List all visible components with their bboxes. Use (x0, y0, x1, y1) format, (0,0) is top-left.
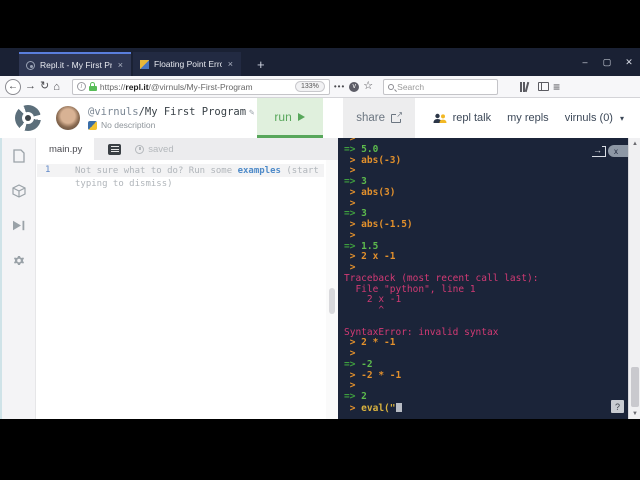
people-icon (433, 113, 447, 123)
zoom-level-badge[interactable]: 133% (294, 81, 325, 92)
browser-navbar: ← → ↻ ⌂ i https://repl.it/@virnuls/My-Fi… (0, 76, 640, 98)
console-line: > (344, 229, 356, 241)
tab-close-icon[interactable]: × (227, 59, 234, 69)
page-title: @virnuls/My First Program ✎ (88, 106, 255, 118)
close-button[interactable]: ✕ (618, 48, 640, 76)
padlock-icon (88, 82, 97, 91)
chevron-down-icon: ▾ (619, 113, 624, 123)
sidebar-toggle-icon[interactable] (538, 82, 550, 91)
replit-logo[interactable] (0, 98, 56, 138)
reload-button[interactable]: ↻ (40, 81, 49, 92)
scroll-down-arrow[interactable]: ▼ (629, 408, 640, 419)
console-pane[interactable]: > => 5.0 > abs(-3) > => 3 > abs(3) > => 3 >… (338, 138, 628, 419)
window-controls: – ▢ ✕ (574, 48, 640, 76)
browser-tab-floating-point[interactable]: Floating Point Error | Mathema × (133, 52, 241, 76)
bookmark-star-icon[interactable]: ☆ (363, 81, 373, 92)
share-icon (390, 109, 403, 123)
python-icon (88, 120, 97, 130)
console-line: 2 x -1 (344, 294, 402, 306)
save-status: saved (135, 144, 174, 155)
menu-hamburger-icon[interactable]: ≡ (553, 81, 560, 93)
search-icon (388, 83, 395, 90)
console-line: > abs(3) (344, 186, 396, 198)
console-output: > => 5.0 > abs(-3) > => 3 > abs(3) > => 3 >… (338, 138, 628, 415)
new-tab-button[interactable]: + (251, 52, 271, 76)
pocket-icon[interactable]: v (349, 81, 360, 92)
scroll-up-arrow[interactable]: ▲ (629, 138, 640, 149)
avatar[interactable] (56, 106, 80, 130)
replit-favicon (26, 60, 35, 70)
console-line: > (344, 348, 356, 359)
line-number: 1 (45, 165, 51, 175)
page-actions-icon[interactable]: ••• (334, 82, 345, 91)
my-repls-link[interactable]: my repls (507, 98, 549, 138)
share-button[interactable]: share (342, 98, 415, 138)
forward-button[interactable]: → (25, 81, 36, 92)
editor-placeholder: Not sure what to do? Run some examples (… (75, 166, 319, 189)
console-line: > -2 * -1 (344, 369, 402, 381)
console-line: > abs(-3) (344, 154, 402, 166)
console-line: > (344, 380, 356, 392)
console-scrollbar[interactable]: ▲ ▼ (628, 138, 640, 419)
repl-title-block: @virnuls/My First Program ✎ No descriptio… (88, 106, 254, 130)
tab-close-icon[interactable]: × (117, 60, 124, 70)
run-button[interactable]: run (256, 98, 323, 138)
editor-scrollbar[interactable] (326, 160, 338, 419)
console-line: > (344, 138, 356, 144)
console-cursor (395, 402, 402, 412)
account-menu[interactable]: virnuls (0) ▾ (565, 98, 624, 138)
packages-icon[interactable] (11, 183, 26, 198)
maximize-button[interactable]: ▢ (596, 48, 618, 76)
files-icon[interactable] (11, 148, 26, 163)
back-button[interactable]: ← (5, 78, 21, 95)
search-input[interactable]: Search (383, 78, 499, 95)
console-line: => 2 (344, 391, 367, 402)
console-line: > (344, 197, 356, 209)
console-close-button[interactable]: x (608, 145, 628, 157)
history-clock-icon (135, 144, 145, 154)
console-line: ^ (344, 305, 385, 316)
examples-link[interactable]: examples (238, 166, 281, 176)
editor-scrollbar-thumb[interactable] (329, 288, 335, 314)
browser-tab-replit[interactable]: Repl.it - My First Program × (19, 52, 131, 76)
console-help-button[interactable]: ? (611, 400, 624, 413)
url-bar[interactable]: i https://repl.it/@virnuls/My-First-Prog… (71, 78, 330, 95)
page-info-icon[interactable]: i (76, 82, 86, 91)
library-icon[interactable] (520, 81, 530, 92)
code-editor[interactable]: 1 Not sure what to do? Run some examples… (37, 160, 338, 419)
browser-tabbar: Repl.it - My First Program × Floating Po… (0, 48, 640, 76)
minimize-button[interactable]: – (574, 48, 596, 76)
console-line: > abs(-1.5) (344, 219, 413, 230)
tab-title: Floating Point Error | Mathema (154, 59, 222, 69)
side-rail (0, 138, 36, 419)
editor-tabbar: main.py saved (37, 138, 338, 160)
play-icon (297, 112, 305, 121)
settings-gear-icon[interactable] (11, 253, 26, 268)
console-line: > eval(" (344, 402, 628, 415)
replit-header: @virnuls/My First Program ✎ No descriptio… (0, 98, 640, 138)
tab-title: Repl.it - My First Program (40, 60, 112, 70)
workspace: main.py saved 1 Not sure what to do? Run… (0, 138, 640, 419)
repl-description[interactable]: No description (101, 120, 155, 130)
console-line: > 2 * -1 (344, 337, 396, 349)
console-line: > 2 x -1 (344, 251, 396, 263)
debugger-icon[interactable] (11, 218, 26, 233)
edit-title-icon[interactable]: ✎ (249, 108, 254, 118)
console-line: > (344, 165, 356, 177)
console-scrollbar-thumb[interactable] (631, 367, 639, 407)
open-in-new-pane-icon[interactable] (592, 145, 606, 157)
video-letterbox: Repl.it - My First Program × Floating Po… (0, 0, 640, 480)
search-placeholder: Search (397, 81, 425, 92)
mathematica-favicon (140, 59, 149, 69)
file-menu-icon[interactable] (108, 143, 122, 155)
editor-pane: main.py saved 1 Not sure what to do? Run… (37, 138, 338, 419)
firefox-window: Repl.it - My First Program × Floating Po… (0, 48, 640, 419)
repl-talk-link[interactable]: repl talk (433, 98, 491, 138)
url-text: https://repl.it/@virnuls/My-First-Progra… (99, 81, 253, 92)
home-button[interactable]: ⌂ (53, 81, 60, 93)
file-tab-mainpy[interactable]: main.py (37, 138, 95, 160)
